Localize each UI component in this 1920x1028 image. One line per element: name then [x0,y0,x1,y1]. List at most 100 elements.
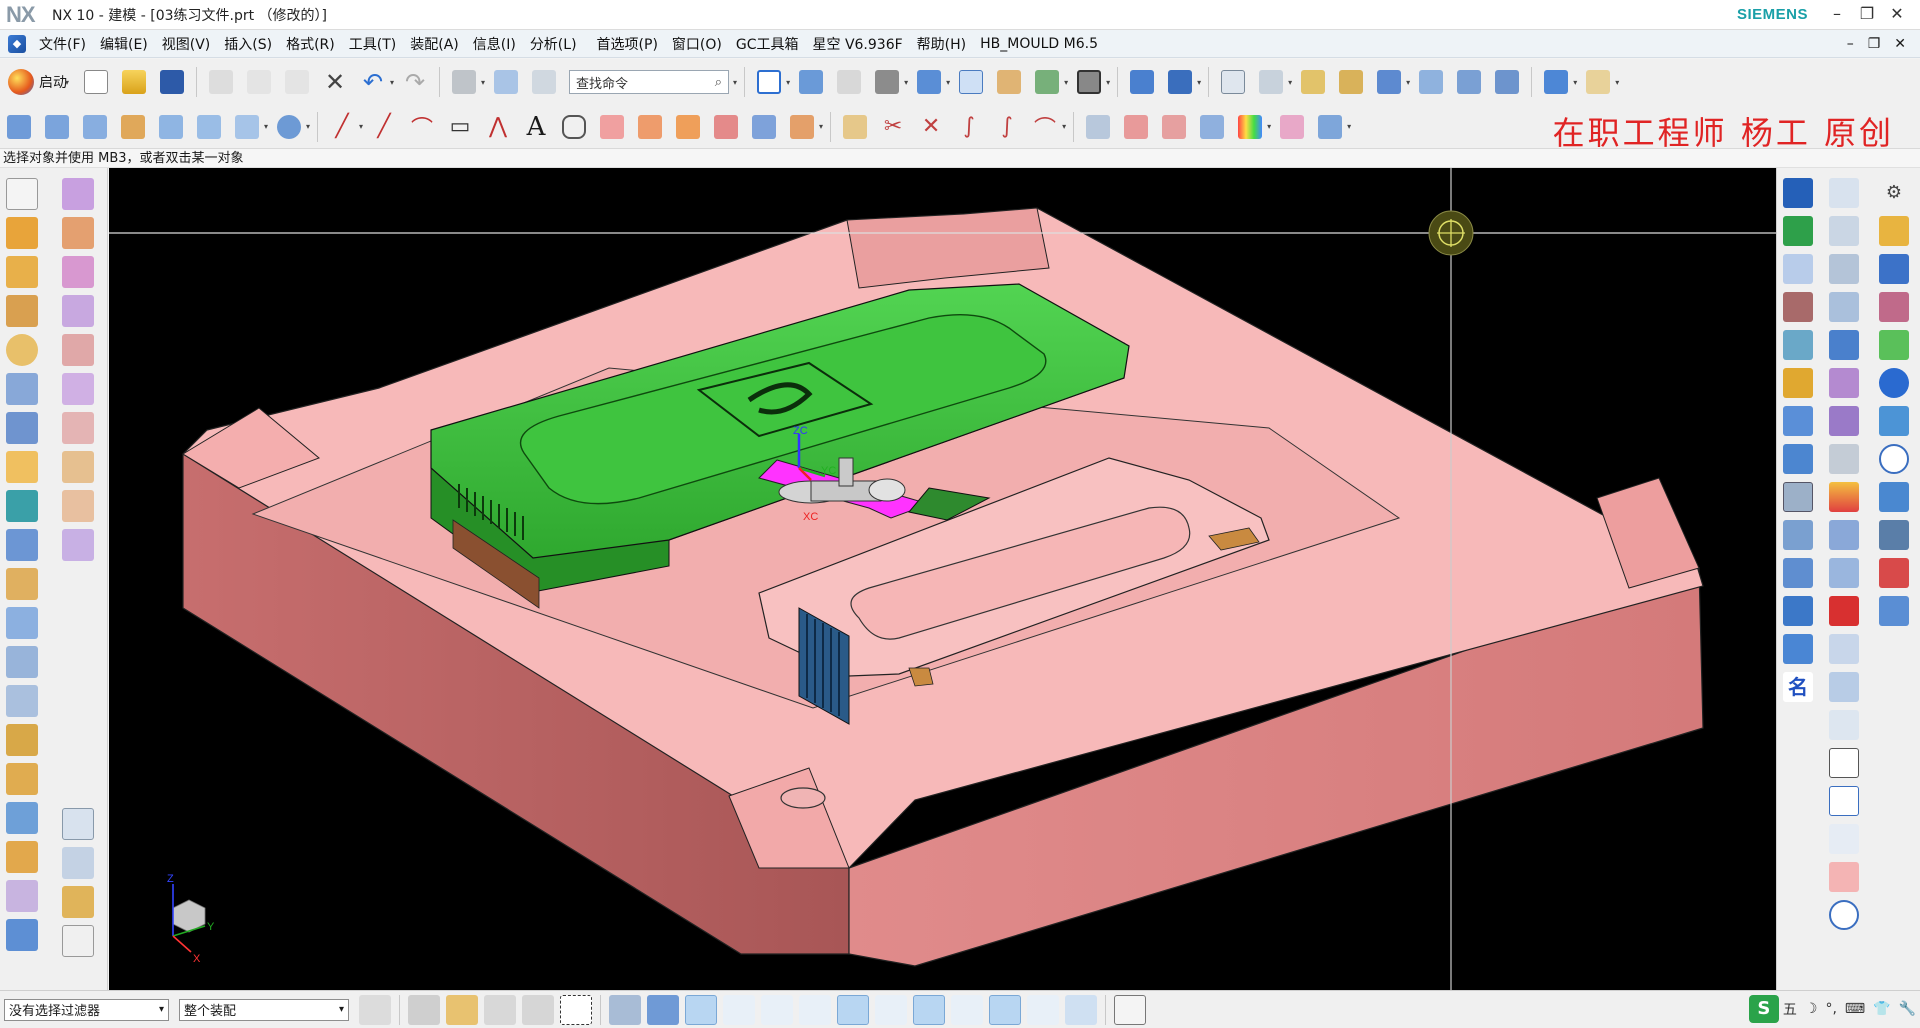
save-button[interactable] [156,66,188,98]
section-button[interactable] [833,66,865,98]
text-button[interactable]: A [520,111,552,143]
keyboard-icon[interactable]: ⌨ [1845,1001,1865,1017]
cavity-layout-button[interactable] [1783,558,1813,588]
mold-wizard-button[interactable] [1783,178,1813,208]
filter-button[interactable] [446,994,478,1025]
draft-button[interactable] [6,607,38,639]
bom-button[interactable] [1783,634,1813,664]
rectangle-button[interactable]: ▭ [444,111,476,143]
split-body-button[interactable] [6,880,38,912]
moon-icon[interactable]: ☽ [1805,1001,1818,1017]
deselect-button[interactable] [522,994,554,1025]
process-studio-tab[interactable] [1879,482,1909,512]
plate-button[interactable] [6,646,38,678]
menu-file[interactable]: 文件(F) [32,34,93,54]
menu-edit[interactable]: 编辑(E) [93,34,155,54]
menu-insert[interactable]: 插入(S) [217,34,279,54]
n-sided-button[interactable] [1158,111,1190,143]
patch-button[interactable] [6,763,38,795]
revolve-button[interactable] [6,256,38,288]
abs-button[interactable] [1829,178,1859,208]
part-navigator-tab[interactable] [1879,292,1909,322]
combine-button[interactable] [6,724,38,756]
sweep-button[interactable] [1082,111,1114,143]
menu-analysis[interactable]: 分析(L) [523,34,584,54]
replace-face-button[interactable] [62,217,94,249]
section-view-button[interactable] [1829,444,1859,474]
minimize-button[interactable]: – [1824,4,1850,23]
type-filter-select[interactable]: 没有选择过滤器 ▾ [4,998,169,1021]
circle-button[interactable] [1829,900,1859,930]
delete-face-button[interactable] [62,256,94,288]
doc-restore-button[interactable]: ❐ [1868,36,1881,52]
electrode-button[interactable] [1783,596,1813,626]
surface-button-4[interactable] [117,111,149,143]
settings-button[interactable] [62,886,94,918]
select-body-button[interactable] [1453,66,1485,98]
cylinder-button[interactable] [273,111,305,143]
hd3d-tab[interactable] [1879,368,1909,398]
delete-button[interactable]: ✕ [319,66,351,98]
book-button[interactable] [6,529,38,561]
line-2-button[interactable]: ╱ [368,111,400,143]
sketch-button[interactable] [6,178,38,210]
extract-curve-button[interactable] [672,111,704,143]
bounding-box-button[interactable] [1829,406,1859,436]
rename-button[interactable]: 名 [1783,672,1813,702]
select-faces-button[interactable] [609,994,641,1025]
undo-button[interactable]: ↶ [357,66,389,98]
composite-curve-button[interactable] [786,111,818,143]
project-curve-button[interactable] [596,111,628,143]
rect-button[interactable] [1829,748,1859,778]
command-search-input[interactable]: 查找命令 ⌕ [569,70,730,94]
curvature-button[interactable] [1276,111,1308,143]
mold-base-button[interactable] [1783,368,1813,398]
menu-info[interactable]: 信息(I) [466,34,523,54]
reuse-library-tab[interactable] [1879,330,1909,360]
through-curves-button[interactable] [1120,111,1152,143]
quadrant-snap-button[interactable] [913,994,945,1025]
intersect-curve-button[interactable] [634,111,666,143]
inspect-button[interactable] [1783,330,1813,360]
wave-button[interactable] [6,802,38,834]
new-file-button[interactable] [80,66,112,98]
layers-button[interactable] [1829,254,1859,284]
redo-button[interactable]: ↷ [399,66,431,98]
csys-button[interactable] [1829,824,1859,854]
parting-button[interactable] [1783,216,1813,246]
menu-tools[interactable]: 工具(T) [342,34,403,54]
measure-button[interactable] [1297,66,1329,98]
wrench-icon[interactable]: 🔧 [1899,1001,1916,1017]
cooling-button[interactable] [1783,520,1813,550]
copy-button[interactable] [243,66,275,98]
color-button[interactable] [1829,482,1859,512]
system-scene-tab[interactable] [1879,558,1909,588]
move-copy-button[interactable] [1829,292,1859,322]
view-fit-button[interactable] [62,847,94,879]
pad-button[interactable] [6,412,38,444]
mold-model[interactable]: ZC YC XC Z Y X [109,168,1776,990]
app-menu-icon[interactable]: ◆ [8,34,26,53]
move-face-button[interactable] [62,178,94,210]
gate-button[interactable] [1783,482,1813,512]
endpoint-snap-button[interactable] [723,994,755,1025]
hexagon-button[interactable] [1829,786,1859,816]
close-button[interactable]: ✕ [1884,4,1910,23]
offset-curve-button[interactable] [558,111,590,143]
slider-button[interactable] [1783,444,1813,474]
background-button[interactable] [1073,66,1105,98]
trim-curve-button[interactable] [710,111,742,143]
ejector-button[interactable] [1783,406,1813,436]
light-box-button[interactable] [1829,634,1859,664]
bounded-grid-button[interactable] [1065,994,1097,1025]
mirror-face-button[interactable] [62,412,94,444]
block-button[interactable] [1829,368,1859,398]
book-open-button[interactable] [1783,254,1813,284]
surface-button-7[interactable] [231,111,263,143]
coordinate-button[interactable] [62,925,94,957]
studio-surface-button[interactable] [1196,111,1228,143]
menu-window[interactable]: 窗口(O) [665,34,729,54]
assembly-navigator-tab[interactable] [1879,216,1909,246]
polyline-button[interactable]: ⋀ [482,111,514,143]
view-cube-button[interactable] [62,808,94,840]
